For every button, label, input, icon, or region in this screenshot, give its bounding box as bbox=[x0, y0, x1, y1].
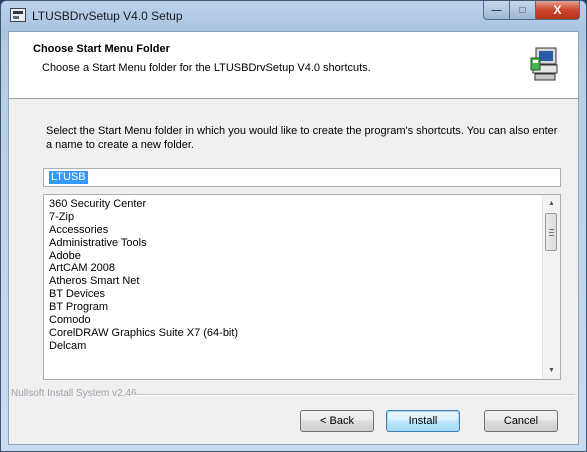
folder-list-item[interactable]: CorelDRAW Graphics Suite X7 (64-bit) bbox=[49, 327, 238, 340]
folder-list-item[interactable]: Adobe bbox=[49, 250, 238, 263]
installer-computer-icon bbox=[530, 47, 558, 81]
scroll-down-arrow-icon[interactable]: ▼ bbox=[543, 362, 560, 379]
page-title: Choose Start Menu Folder bbox=[33, 43, 170, 55]
start-menu-folder-list[interactable]: 360 Security Center 7-Zip Accessories Admin… bbox=[43, 194, 561, 380]
minimize-button[interactable]: — bbox=[483, 1, 510, 20]
branding-divider bbox=[132, 394, 575, 396]
folder-list-item[interactable]: Administrative Tools bbox=[49, 237, 238, 250]
header-panel: Choose Start Menu Folder Choose a Start … bbox=[9, 32, 578, 99]
back-button[interactable]: < Back bbox=[300, 410, 374, 432]
cancel-button[interactable]: Cancel bbox=[484, 410, 558, 432]
title-bar[interactable]: LTUSBDrvSetup V4.0 Setup — □ X bbox=[1, 1, 586, 31]
instructions-text: Select the Start Menu folder in which yo… bbox=[46, 125, 558, 151]
folder-list-item[interactable]: Accessories bbox=[49, 224, 238, 237]
folder-list-items: 360 Security Center 7-Zip Accessories Admin… bbox=[49, 198, 238, 353]
folder-list-item[interactable]: Comodo bbox=[49, 314, 238, 327]
setup-window: LTUSBDrvSetup V4.0 Setup — □ X Choose St… bbox=[0, 0, 587, 452]
start-menu-folder-input[interactable] bbox=[43, 168, 561, 187]
folder-list-item[interactable]: 7-Zip bbox=[49, 211, 238, 224]
folder-list-item[interactable]: Atheros Smart Net bbox=[49, 275, 238, 288]
scroll-thumb[interactable] bbox=[545, 213, 557, 251]
folder-list-item[interactable]: Delcam bbox=[49, 340, 238, 353]
installer-branding: Nullsoft Install System v2.46 bbox=[11, 388, 137, 399]
folder-list-item[interactable]: BT Program bbox=[49, 301, 238, 314]
grip-line bbox=[549, 235, 554, 236]
grip-line bbox=[549, 229, 554, 230]
window-title: LTUSBDrvSetup V4.0 Setup bbox=[32, 9, 183, 23]
app-icon bbox=[10, 8, 26, 22]
folder-list-item[interactable]: 360 Security Center bbox=[49, 198, 238, 211]
scroll-up-arrow-icon[interactable]: ▲ bbox=[543, 195, 560, 212]
grip-line bbox=[549, 232, 554, 233]
folder-list-item[interactable]: ArtCAM 2008 bbox=[49, 262, 238, 275]
caption-buttons: — □ X bbox=[483, 1, 580, 21]
folder-list-scrollbar[interactable]: ▲ ▼ bbox=[542, 195, 560, 379]
dialog-content: Choose Start Menu Folder Choose a Start … bbox=[8, 31, 579, 445]
maximize-button[interactable]: □ bbox=[510, 1, 536, 20]
folder-list-item[interactable]: BT Devices bbox=[49, 288, 238, 301]
page-subtitle: Choose a Start Menu folder for the LTUSB… bbox=[42, 62, 371, 74]
close-button[interactable]: X bbox=[536, 1, 580, 20]
selected-folder-name: LTUSB bbox=[49, 171, 88, 184]
install-button[interactable]: Install bbox=[386, 410, 460, 432]
